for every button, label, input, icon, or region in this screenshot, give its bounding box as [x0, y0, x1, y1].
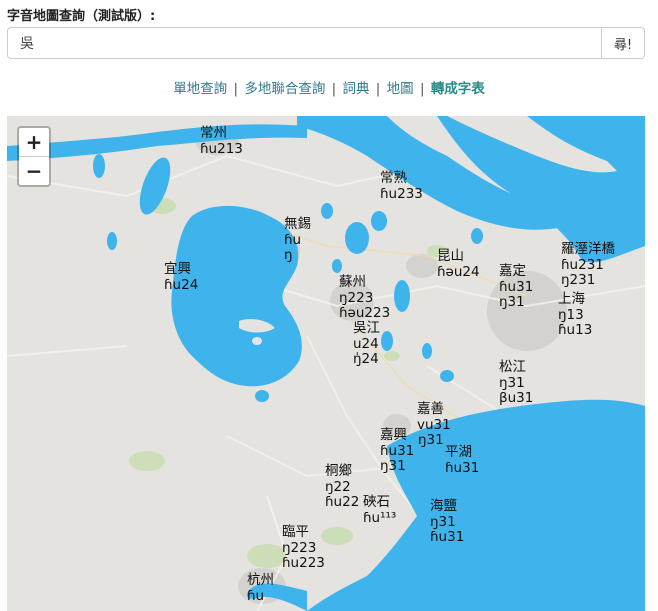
nav-to-table[interactable]: 轉成字表 [431, 81, 485, 97]
place-reading: βu31 [499, 390, 534, 406]
nav-separator: | [419, 81, 425, 97]
place-name: 硤石 [363, 494, 390, 510]
place-name: 杭州 [247, 572, 274, 588]
place-reading: ɦu233 [380, 185, 423, 202]
place-label-wuxi[interactable]: 無錫 ɦu ŋ [284, 216, 311, 264]
place-label-jiading[interactable]: 嘉定 ɦu31 ŋ31 [499, 263, 534, 311]
place-name: 常州 [200, 125, 227, 141]
place-name: 宜興 [164, 261, 191, 277]
place-name: 嘉善 [417, 401, 444, 417]
nav-links: 單地查詢 | 多地聯合查詢 | 詞典 | 地圖 | 轉成字表 [0, 77, 658, 97]
place-label-pinghu[interactable]: 平湖 ɦu31 [445, 444, 480, 476]
nav-separator: | [375, 81, 381, 97]
place-reading: ɦu [247, 587, 265, 604]
place-reading: ŋ22 [325, 478, 351, 495]
zoom-control: + − [17, 126, 51, 187]
place-label-kunshan[interactable]: 昆山 ɦəu24 [437, 248, 480, 280]
place-label-suzhou[interactable]: 蘇州 ŋ223 ɦəu223 [339, 274, 390, 322]
place-label-linping[interactable]: 臨平 ŋ223 ɦu223 [282, 524, 325, 572]
search-input[interactable] [8, 28, 601, 58]
place-label-yixing[interactable]: 宜興 ɦu24 [164, 261, 199, 293]
place-name: 蘇州 [339, 274, 366, 290]
place-name: 海鹽 [430, 498, 457, 514]
place-name: 嘉興 [380, 427, 407, 443]
page-title: 字音地圖查詢（測試版）: [7, 9, 156, 24]
map-view[interactable]: + − 常州 ɦu213 常熟 ɦu233 無錫 ɦu ŋ 宜興 ɦu24 昆山… [7, 116, 645, 611]
place-reading: ɦu31 [430, 529, 465, 545]
place-label-jiashan[interactable]: 嘉善 vu31 ŋ31 [417, 401, 451, 449]
place-reading: ŋ31 [430, 513, 456, 530]
place-reading: ŋ̍24 [353, 351, 379, 367]
place-label-hangzhou[interactable]: 杭州 ɦu [247, 572, 274, 604]
place-label-shanghai[interactable]: 上海 ŋ13 ɦu13 [558, 291, 593, 339]
place-reading: u24 [353, 335, 379, 352]
place-label-wujiang[interactable]: 吳江 u24 ŋ̍24 [353, 320, 380, 368]
place-name: 上海 [558, 291, 585, 307]
place-reading: ɦu22 [325, 494, 360, 510]
place-name: 常熟 [380, 170, 407, 186]
place-reading: ɦu31 [380, 442, 415, 459]
nav-separator: | [233, 81, 239, 97]
map-basemap [7, 116, 645, 611]
place-reading: ŋ [284, 247, 293, 263]
place-reading: ŋ231 [561, 272, 596, 288]
place-label-jiaxing[interactable]: 嘉興 ɦu31 ŋ31 [380, 427, 415, 475]
place-label-tongxiang[interactable]: 桐鄉 ŋ22 ɦu22 [325, 463, 360, 511]
place-name: 吳江 [353, 320, 380, 336]
place-name: 桐鄉 [325, 463, 352, 479]
place-reading: vu31 [417, 416, 451, 433]
place-label-xiashi[interactable]: 硤石 ɦu¹¹³ [363, 494, 397, 526]
zoom-in-button[interactable]: + [19, 128, 49, 156]
place-label-luodianyangqiao[interactable]: 羅溼洋橋 ɦu231 ŋ231 [561, 241, 615, 289]
place-label-songjiang[interactable]: 松江 ŋ31 βu31 [499, 359, 534, 407]
place-label-changshu[interactable]: 常熟 ɦu233 [380, 170, 423, 202]
place-reading: ŋ223 [282, 539, 317, 556]
nav-separator: | [331, 81, 337, 97]
place-reading: ɦu¹¹³ [363, 509, 397, 526]
nav-single-query[interactable]: 單地查詢 [173, 81, 227, 97]
place-reading: ɦu231 [561, 256, 604, 273]
nav-map[interactable]: 地圖 [387, 81, 414, 97]
place-name: 羅溼洋橋 [561, 241, 615, 257]
place-label-changzhou[interactable]: 常州 ɦu213 [200, 125, 243, 157]
place-reading: ɦu213 [200, 140, 243, 157]
place-reading: ɦu31 [499, 278, 534, 295]
zoom-out-button[interactable]: − [19, 156, 49, 185]
place-name: 松江 [499, 359, 526, 375]
place-reading: ɦu [284, 231, 302, 248]
place-reading: ŋ31 [380, 458, 406, 474]
search-bar: 尋! [7, 27, 645, 59]
place-name: 平湖 [445, 444, 472, 460]
place-reading: ɦu24 [164, 276, 199, 293]
place-name: 無錫 [284, 216, 311, 232]
place-reading: ŋ13 [558, 306, 584, 323]
nav-dictionary[interactable]: 詞典 [343, 81, 370, 97]
place-name: 嘉定 [499, 263, 526, 279]
place-reading: ɦu31 [445, 459, 480, 476]
place-label-haiyan[interactable]: 海鹽 ŋ31 ɦu31 [430, 498, 465, 546]
place-name: 臨平 [282, 524, 309, 540]
nav-multi-query[interactable]: 多地聯合查詢 [244, 81, 325, 97]
place-reading: ɦu223 [282, 555, 325, 571]
place-reading: ɦu13 [558, 322, 593, 338]
place-reading: ŋ223 [339, 289, 374, 306]
place-reading: ŋ31 [499, 374, 525, 391]
place-name: 昆山 [437, 248, 464, 264]
place-reading: ŋ31 [499, 294, 525, 310]
search-button[interactable]: 尋! [601, 28, 644, 58]
place-reading: ɦəu24 [437, 263, 480, 280]
